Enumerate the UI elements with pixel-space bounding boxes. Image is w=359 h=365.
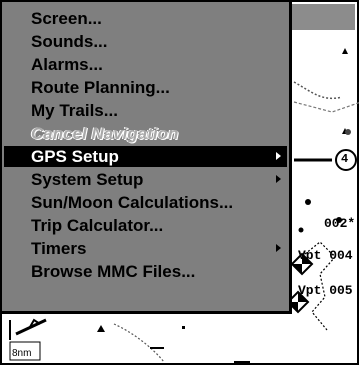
menu-item-cancel-navigation: Cancel Navigation — [31, 124, 179, 143]
menu-item-timers[interactable]: Timers — [4, 238, 287, 259]
buoy-marker — [345, 129, 351, 135]
menu-item-route-planning[interactable]: Route Planning... — [4, 77, 287, 98]
menu-item-my-trails[interactable]: My Trails... — [4, 100, 287, 121]
map-scale-label: 8nm — [12, 348, 32, 359]
submenu-arrow-icon — [276, 244, 281, 252]
menu-item-browse-mmc-files[interactable]: Browse MMC Files... — [4, 261, 287, 282]
menu-item-gps-setup[interactable]: GPS Setup — [4, 146, 287, 167]
trail-line — [293, 81, 343, 99]
menu-item-screen[interactable]: Screen... — [4, 8, 287, 29]
buoy-marker — [97, 325, 105, 332]
menu-item-sounds[interactable]: Sounds... — [4, 31, 287, 52]
route-label: 4 — [341, 152, 349, 166]
waypoint-label: Vpt 004 — [298, 248, 353, 263]
nav-dot — [298, 227, 304, 233]
menu-item-system-setup[interactable]: System Setup — [4, 169, 287, 190]
nav-dot — [305, 199, 311, 205]
nav-dot — [182, 326, 185, 329]
menu-item-sun-moon-calculations[interactable]: Sun/Moon Calculations... — [4, 192, 287, 213]
trail-line — [113, 323, 165, 363]
waypoint-label: 002* — [324, 216, 356, 231]
menu-item-trip-calculator[interactable]: Trip Calculator... — [4, 215, 287, 236]
submenu-arrow-icon — [276, 152, 281, 160]
submenu-arrow-icon — [276, 175, 281, 183]
trail-line — [293, 101, 359, 113]
menu-item-alarms[interactable]: Alarms... — [4, 54, 287, 75]
buoy-marker — [342, 48, 348, 54]
main-menu: Screen... Sounds... Alarms... Route Plan… — [2, 2, 292, 314]
waypoint-label: Vpt 005 — [298, 283, 353, 298]
gps-map-screen: 8nm 002* Vpt 004 Vpt 005 4 Screen... Sou… — [0, 0, 359, 365]
